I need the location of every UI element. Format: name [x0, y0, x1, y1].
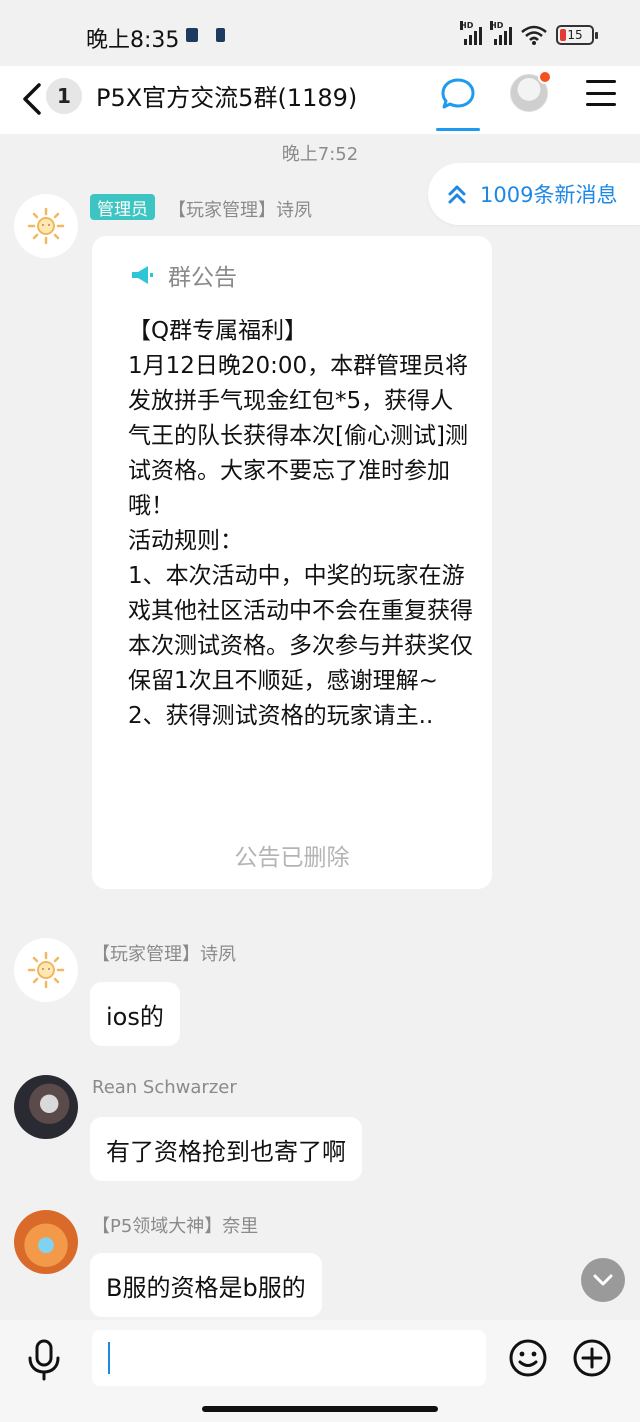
notice-title: 群公告: [168, 265, 237, 291]
signal-icon: HD: [490, 21, 512, 45]
battery-icon: 15: [556, 25, 598, 45]
plus-icon[interactable]: [572, 1338, 612, 1378]
scroll-to-bottom-button[interactable]: [581, 1258, 625, 1302]
unread-count-badge[interactable]: 1: [46, 78, 82, 114]
notice-header: 群公告: [130, 258, 237, 292]
new-messages-label: 1009条新消息: [480, 183, 618, 207]
sender-name[interactable]: 【玩家管理】诗夙: [168, 196, 312, 222]
chevron-down-icon: [593, 1274, 613, 1286]
sender-name[interactable]: 【玩家管理】诗夙: [92, 940, 236, 966]
notice-deleted-label: 公告已删除: [234, 845, 350, 871]
message-bubble[interactable]: 有了资格抢到也寄了啊: [90, 1117, 362, 1181]
notification-icon: [186, 28, 198, 42]
chat-header: 1 P5X官方交流5群(1189): [0, 66, 640, 134]
new-messages-button[interactable]: 1009条新消息: [428, 163, 640, 225]
notification-dot: [538, 70, 552, 84]
chevron-left-icon: [23, 83, 41, 115]
avatar[interactable]: [14, 1210, 78, 1274]
avatar[interactable]: [14, 1075, 78, 1139]
avatar[interactable]: [14, 194, 78, 258]
message-bubble[interactable]: ios的: [90, 982, 180, 1046]
message-input[interactable]: [92, 1330, 486, 1386]
battery-saver-icon: [216, 28, 225, 42]
back-button[interactable]: [14, 76, 50, 122]
double-chevron-up-icon: [448, 185, 466, 204]
sender-name[interactable]: 【P5领域大神】奈里: [92, 1212, 258, 1238]
signal-icon: HD: [460, 21, 482, 45]
active-tab-indicator: [436, 128, 480, 131]
group-notice-card[interactable]: 群公告 【Q群专属福利】 1月12日晚20:00，本群管理员将发放拼手气现金红包…: [92, 236, 492, 889]
home-indicator[interactable]: [202, 1406, 438, 1412]
menu-icon[interactable]: [586, 80, 616, 106]
sender-name[interactable]: Rean Schwarzer: [92, 1077, 237, 1098]
status-time: 晚上8:35: [86, 28, 180, 53]
group-title[interactable]: P5X官方交流5群(1189): [96, 78, 357, 113]
status-indicators: HD HD 15: [460, 21, 598, 46]
emoji-icon[interactable]: [508, 1338, 548, 1378]
avatar[interactable]: [14, 938, 78, 1002]
battery-fill: [560, 29, 566, 41]
megaphone-icon: [132, 266, 153, 284]
message-bubble[interactable]: B服的资格是b服的: [90, 1253, 322, 1317]
sun-icon: [27, 207, 65, 245]
chat-bubble-icon[interactable]: [438, 74, 478, 114]
sun-icon: [27, 951, 65, 989]
status-bar: 晚上8:35 HD HD 15: [0, 0, 640, 66]
admin-badge: 管理员: [90, 194, 155, 220]
microphone-icon[interactable]: [24, 1338, 64, 1382]
wifi-icon: [521, 25, 547, 45]
text-caret: [108, 1342, 110, 1374]
notice-body: 【Q群专属福利】 1月12日晚20:00，本群管理员将发放拼手气现金红包*5，获…: [128, 318, 473, 729]
